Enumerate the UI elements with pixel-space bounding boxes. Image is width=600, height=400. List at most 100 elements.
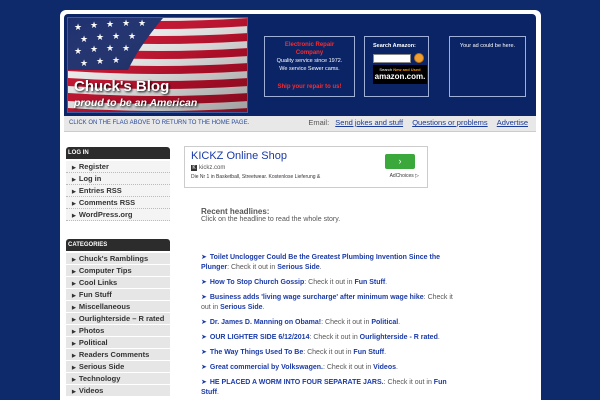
ad-description: Die Nr 1 in Basketball, Streetwear. Kost… bbox=[191, 174, 321, 180]
sidebar-login-item[interactable]: ▶ Log in bbox=[66, 173, 170, 185]
headline-link[interactable]: How To Stop Church Gossip bbox=[210, 279, 304, 286]
sidebar-category-item[interactable]: ▶ Cool Links bbox=[66, 277, 170, 289]
headline-item: ➤ Toilet Unclogger Could Be the Greatest … bbox=[201, 254, 440, 271]
send-jokes-link[interactable]: Send jokes and stuff bbox=[335, 118, 403, 127]
headline-category-link[interactable]: Serious Side bbox=[220, 304, 262, 311]
site-header: ★★★★★ ★★★★ ★★★★ ★★★ Chuck's Blog proud t… bbox=[64, 14, 536, 116]
arrow-bullet-icon: ➤ bbox=[201, 379, 207, 386]
sidebar-login-item[interactable]: ▶ Entries RSS bbox=[66, 185, 170, 197]
headline-item: ➤ Business adds 'living wage surcharge' a… bbox=[201, 294, 453, 311]
sidebar-category-item[interactable]: ▶ Miscellaneous bbox=[66, 301, 170, 313]
sidebar-category-item[interactable]: ▶ Fun Stuff bbox=[66, 289, 170, 301]
headline-link[interactable]: Dr. James D. Manning on Obama! bbox=[210, 319, 321, 326]
sidebar-login-item[interactable]: ▶ Register bbox=[66, 161, 170, 173]
headline-link[interactable]: Business adds 'living wage surcharge' af… bbox=[210, 294, 424, 301]
sidebar-category-item[interactable]: ▶ Chuck's Ramblings bbox=[66, 253, 170, 265]
repair-title-line2: Company bbox=[295, 50, 324, 56]
sidebar-login-item[interactable]: ▶ WordPress.org bbox=[66, 209, 170, 221]
bullet-icon: ▶ bbox=[72, 257, 76, 263]
headline-category-link[interactable]: Videos bbox=[373, 364, 396, 371]
bullet-icon: ▶ bbox=[72, 341, 76, 347]
headline-item: ➤ HE PLACED A WORM INTO FOUR SEPARATE JAR… bbox=[201, 379, 447, 396]
bullet-icon: ▶ bbox=[72, 281, 76, 287]
headline-item: ➤ Great commercial by Volkswagen.: Check … bbox=[201, 364, 398, 371]
headline-category-link[interactable]: Fun Stuff bbox=[354, 279, 385, 286]
amazon-logo[interactable]: Search New and Used amazon.com. bbox=[373, 65, 427, 84]
sidebar-item-label: Political bbox=[78, 338, 108, 347]
categories-list: ▶ Chuck's Ramblings ▶ Computer Tips ▶ Cool Li… bbox=[66, 253, 170, 397]
sidebar-item-label: Comments RSS bbox=[78, 198, 136, 207]
sidebar-category-item[interactable]: ▶ Serious Side bbox=[66, 361, 170, 373]
sidebar-item-label: Videos bbox=[78, 386, 104, 395]
headline-link[interactable]: HE PLACED A WORM INTO FOUR SEPARATE JARS… bbox=[210, 379, 384, 386]
sidebar-item-label: Log in bbox=[78, 174, 102, 183]
bullet-icon: ▶ bbox=[72, 329, 76, 335]
bullet-icon: ▶ bbox=[72, 353, 76, 359]
sidebar-item-label: Register bbox=[78, 162, 109, 171]
questions-link[interactable]: Questions or problems bbox=[412, 118, 487, 127]
recent-headlines-subtitle: Click on the headline to read the whole … bbox=[201, 216, 341, 223]
check-it-out-text: Check it out in bbox=[307, 349, 352, 356]
sidebar-login-item[interactable]: ▶ Comments RSS bbox=[66, 197, 170, 209]
header-ad-box[interactable]: Your ad could be here. bbox=[449, 36, 526, 97]
ad-arrow-button[interactable]: › bbox=[385, 154, 415, 169]
sidebar-category-item[interactable]: ▶ Computer Tips bbox=[66, 265, 170, 277]
bullet-icon: ▶ bbox=[72, 365, 76, 371]
bullet-icon: ▶ bbox=[72, 201, 76, 207]
headline-category-link[interactable]: Fun Stuff bbox=[353, 349, 384, 356]
sidebar-category-item[interactable]: ▶ Technology bbox=[66, 373, 170, 385]
repair-ad-box[interactable]: Electronic Repair Company Quality servic… bbox=[264, 36, 355, 97]
headline-link[interactable]: OUR LIGHTER SIDE 6/12/2014 bbox=[210, 334, 310, 341]
categories-heading: CATEGORIES bbox=[66, 239, 170, 251]
sidebar-category-item[interactable]: ▶ Political bbox=[66, 337, 170, 349]
amazon-go-button[interactable] bbox=[414, 53, 424, 63]
arrow-bullet-icon: ➤ bbox=[201, 279, 207, 286]
headline-item: ➤ How To Stop Church Gossip: Check it out… bbox=[201, 279, 388, 286]
bullet-icon: ▶ bbox=[72, 305, 76, 311]
bullet-icon: ▶ bbox=[72, 269, 76, 275]
sidebar-item-label: Cool Links bbox=[78, 278, 118, 287]
advertise-link[interactable]: Advertise bbox=[497, 118, 528, 127]
kickz-ad[interactable]: KICKZ Online Shop Kkickz.com Die Nr 1 in… bbox=[184, 146, 428, 188]
sidebar-category-item[interactable]: ▶ Readers Comments bbox=[66, 349, 170, 361]
repair-cta[interactable]: Ship your repair to us! bbox=[265, 83, 354, 91]
arrow-bullet-icon: ➤ bbox=[201, 334, 207, 341]
recent-headlines-title: Recent headlines: bbox=[201, 207, 270, 216]
ad-url: Kkickz.com bbox=[191, 165, 225, 171]
bullet-icon: ▶ bbox=[72, 317, 76, 323]
headline-category-link[interactable]: Ourlighterside - R rated bbox=[360, 334, 438, 341]
sidebar-item-label: Entries RSS bbox=[78, 186, 122, 195]
ad-title[interactable]: KICKZ Online Shop bbox=[191, 150, 287, 162]
amazon-search-label: Search Amazon: bbox=[373, 43, 416, 49]
headline-item: ➤ Dr. James D. Manning on Obama!: Check i… bbox=[201, 319, 401, 326]
sidebar-item-label: Technology bbox=[78, 374, 121, 383]
sidebar-item-label: Readers Comments bbox=[78, 350, 150, 359]
headline-category-link[interactable]: Serious Side bbox=[277, 264, 319, 271]
check-it-out-text: Check it out in bbox=[308, 279, 353, 286]
sidebar-item-label: Chuck's Ramblings bbox=[78, 254, 149, 263]
sidebar-item-label: Miscellaneous bbox=[78, 302, 131, 311]
headline-category-link[interactable]: Political bbox=[371, 319, 398, 326]
headline-link[interactable]: Great commercial by Volkswagen. bbox=[210, 364, 323, 371]
bullet-icon: ▶ bbox=[72, 177, 76, 183]
flag-home-link[interactable]: ★★★★★ ★★★★ ★★★★ ★★★ Chuck's Blog proud t… bbox=[67, 17, 248, 113]
check-it-out-text: Check it out in bbox=[230, 264, 276, 271]
repair-line1: Quality service since 1972. bbox=[276, 58, 343, 64]
adchoices-link[interactable]: AdChoices ▷ bbox=[390, 173, 419, 179]
sidebar-item-label: Serious Side bbox=[78, 362, 125, 371]
amazon-search-input[interactable] bbox=[373, 53, 411, 63]
bullet-icon: ▶ bbox=[72, 377, 76, 383]
sidebar-category-item[interactable]: ▶ Photos bbox=[66, 325, 170, 337]
blog-title[interactable]: Chuck's Blog bbox=[74, 78, 169, 95]
sidebar-item-label: Fun Stuff bbox=[78, 290, 112, 299]
sidebar-category-item[interactable]: ▶ Ourlighterside – R rated bbox=[66, 313, 170, 325]
check-it-out-text: Check it out in bbox=[313, 334, 358, 341]
bullet-icon: ▶ bbox=[72, 189, 76, 195]
email-label: Email: bbox=[308, 118, 330, 127]
sidebar-category-item[interactable]: ▶ Videos bbox=[66, 385, 170, 397]
ad-url-text: kickz.com bbox=[199, 165, 226, 171]
headline-link[interactable]: The Way Things Used To Be bbox=[210, 349, 303, 356]
nav-bar: CLICK ON THE FLAG ABOVE TO RETURN TO THE… bbox=[64, 116, 536, 132]
home-hint: CLICK ON THE FLAG ABOVE TO RETURN TO THE… bbox=[69, 120, 250, 126]
check-it-out-text: Check it out in bbox=[387, 379, 432, 386]
